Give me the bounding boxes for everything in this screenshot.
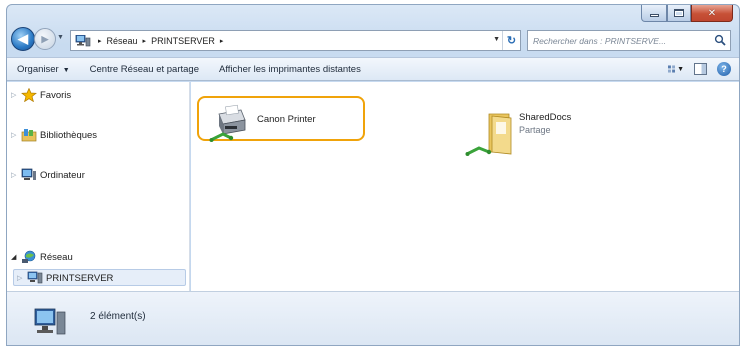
- nav-item-bibliotheques[interactable]: ▷ Bibliothèques: [11, 128, 97, 142]
- navigation-pane: ▷ Favoris ▷ Bibliothèques ▷ Ordinateur ◢…: [7, 82, 190, 291]
- minimize-button[interactable]: [641, 5, 667, 22]
- item-name: Canon Printer: [257, 114, 316, 125]
- arrow-right-icon: ▶: [41, 33, 49, 44]
- breadcrumb-separator[interactable]: ▸: [220, 37, 224, 45]
- preview-pane-button[interactable]: [694, 63, 707, 75]
- address-row: ◀ ▶ ▼ ▸ Réseau ▸ PRINTSERVER ▸ ▼ ↻ Reche…: [7, 25, 739, 56]
- network-icon: [21, 250, 37, 264]
- back-button[interactable]: ◀: [11, 27, 35, 51]
- forward-button[interactable]: ▶: [34, 28, 56, 50]
- server-icon: [27, 271, 43, 285]
- maximize-button[interactable]: [667, 5, 691, 22]
- arrow-left-icon: ◀: [18, 31, 28, 46]
- breadcrumb-reseau[interactable]: Réseau: [107, 36, 138, 46]
- refresh-icon: ↻: [506, 35, 517, 47]
- breadcrumb-separator[interactable]: ▸: [143, 37, 147, 45]
- command-bar: Organiser ▼ Centre Réseau et partage Affi…: [7, 57, 739, 81]
- close-button[interactable]: ✕: [691, 5, 733, 22]
- computer-icon: [21, 168, 37, 182]
- nav-label-printserver: PRINTSERVER: [46, 272, 114, 284]
- address-bar[interactable]: ▸ Réseau ▸ PRINTSERVER ▸ ▼ ↻: [70, 30, 521, 51]
- network-computer-icon: [75, 34, 91, 47]
- shared-folder-icon: [465, 113, 512, 156]
- expand-icon[interactable]: ▷: [11, 91, 21, 99]
- libraries-icon: [21, 128, 37, 142]
- nav-label-reseau: Réseau: [40, 251, 73, 263]
- content-pane: Canon Printer SharedDocs Partage: [191, 82, 739, 291]
- chevron-down-icon: ▼: [62, 66, 70, 74]
- network-center-button[interactable]: Centre Réseau et partage: [80, 64, 209, 75]
- collapse-icon[interactable]: ◢: [11, 253, 21, 261]
- chevron-down-icon: ▼: [677, 65, 684, 73]
- nav-item-reseau[interactable]: ◢ Réseau: [11, 250, 73, 264]
- breadcrumb-printserver[interactable]: PRINTSERVER: [151, 36, 215, 46]
- item-subtitle: Partage: [519, 125, 551, 135]
- search-icon[interactable]: [714, 34, 726, 46]
- refresh-button[interactable]: ↻: [502, 31, 520, 50]
- nav-label-ordinateur: Ordinateur: [40, 169, 85, 181]
- details-pane: 2 élément(s): [7, 291, 739, 345]
- expand-icon[interactable]: ▷: [11, 171, 21, 179]
- search-placeholder: Rechercher dans : PRINTSERVE...: [533, 35, 667, 46]
- address-dropdown-button[interactable]: ▼: [493, 36, 500, 43]
- close-icon: ✕: [707, 7, 717, 19]
- expand-icon[interactable]: ▷: [11, 131, 21, 139]
- server-icon: [34, 308, 66, 335]
- nav-item-ordinateur[interactable]: ▷ Ordinateur: [11, 168, 85, 182]
- star-icon: [21, 87, 37, 103]
- shared-printer-icon: [209, 104, 246, 142]
- toolbar-right: ▼ ?: [668, 62, 731, 76]
- remote-printers-button[interactable]: Afficher les imprimantes distantes: [209, 64, 371, 75]
- nav-item-favoris[interactable]: ▷ Favoris: [11, 87, 72, 103]
- organize-label: Organiser: [17, 63, 59, 75]
- list-item-canon-printer[interactable]: Canon Printer: [209, 104, 316, 144]
- nav-item-printserver[interactable]: ▷ PRINTSERVER: [17, 271, 113, 285]
- minimize-icon: [649, 14, 659, 17]
- item-name: SharedDocs: [519, 112, 572, 123]
- organize-menu[interactable]: Organiser ▼: [7, 64, 80, 75]
- change-view-button[interactable]: ▼: [668, 62, 684, 76]
- search-input[interactable]: Rechercher dans : PRINTSERVE...: [527, 30, 731, 51]
- list-item-shareddocs[interactable]: SharedDocs Partage: [465, 112, 571, 158]
- breadcrumb-separator[interactable]: ▸: [98, 37, 102, 45]
- recent-pages-button[interactable]: ▼: [57, 34, 64, 41]
- caption-buttons: ✕: [641, 5, 733, 22]
- expand-icon[interactable]: ▷: [17, 274, 27, 282]
- item-count: 2 élément(s): [90, 311, 146, 322]
- views-icon: [668, 65, 676, 73]
- explorer-window: ✕ ◀ ▶ ▼ ▸ Réseau ▸ PRINTSERVER ▸ ▼ ↻ Rec…: [6, 4, 740, 346]
- help-icon[interactable]: ?: [717, 62, 731, 76]
- nav-label-favoris: Favoris: [40, 89, 72, 101]
- maximize-icon: [674, 9, 684, 17]
- nav-label-bibliotheques: Bibliothèques: [40, 129, 98, 141]
